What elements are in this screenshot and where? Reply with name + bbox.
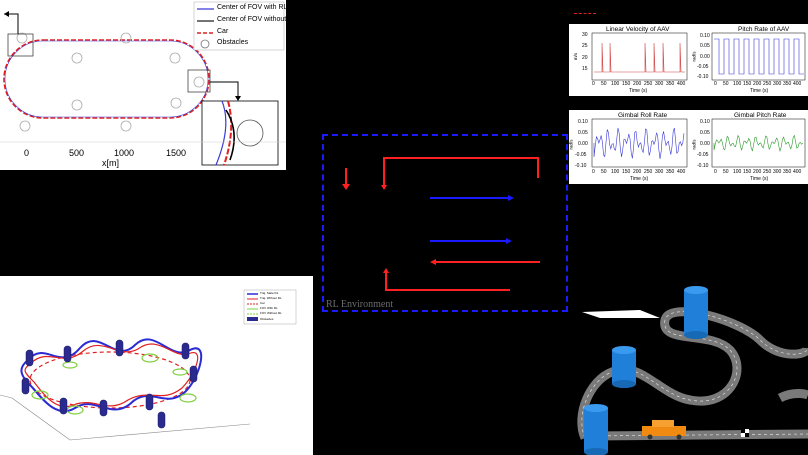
finish-flag	[741, 429, 749, 437]
aircraft-icon	[582, 310, 660, 318]
simulation-scene	[577, 286, 808, 455]
